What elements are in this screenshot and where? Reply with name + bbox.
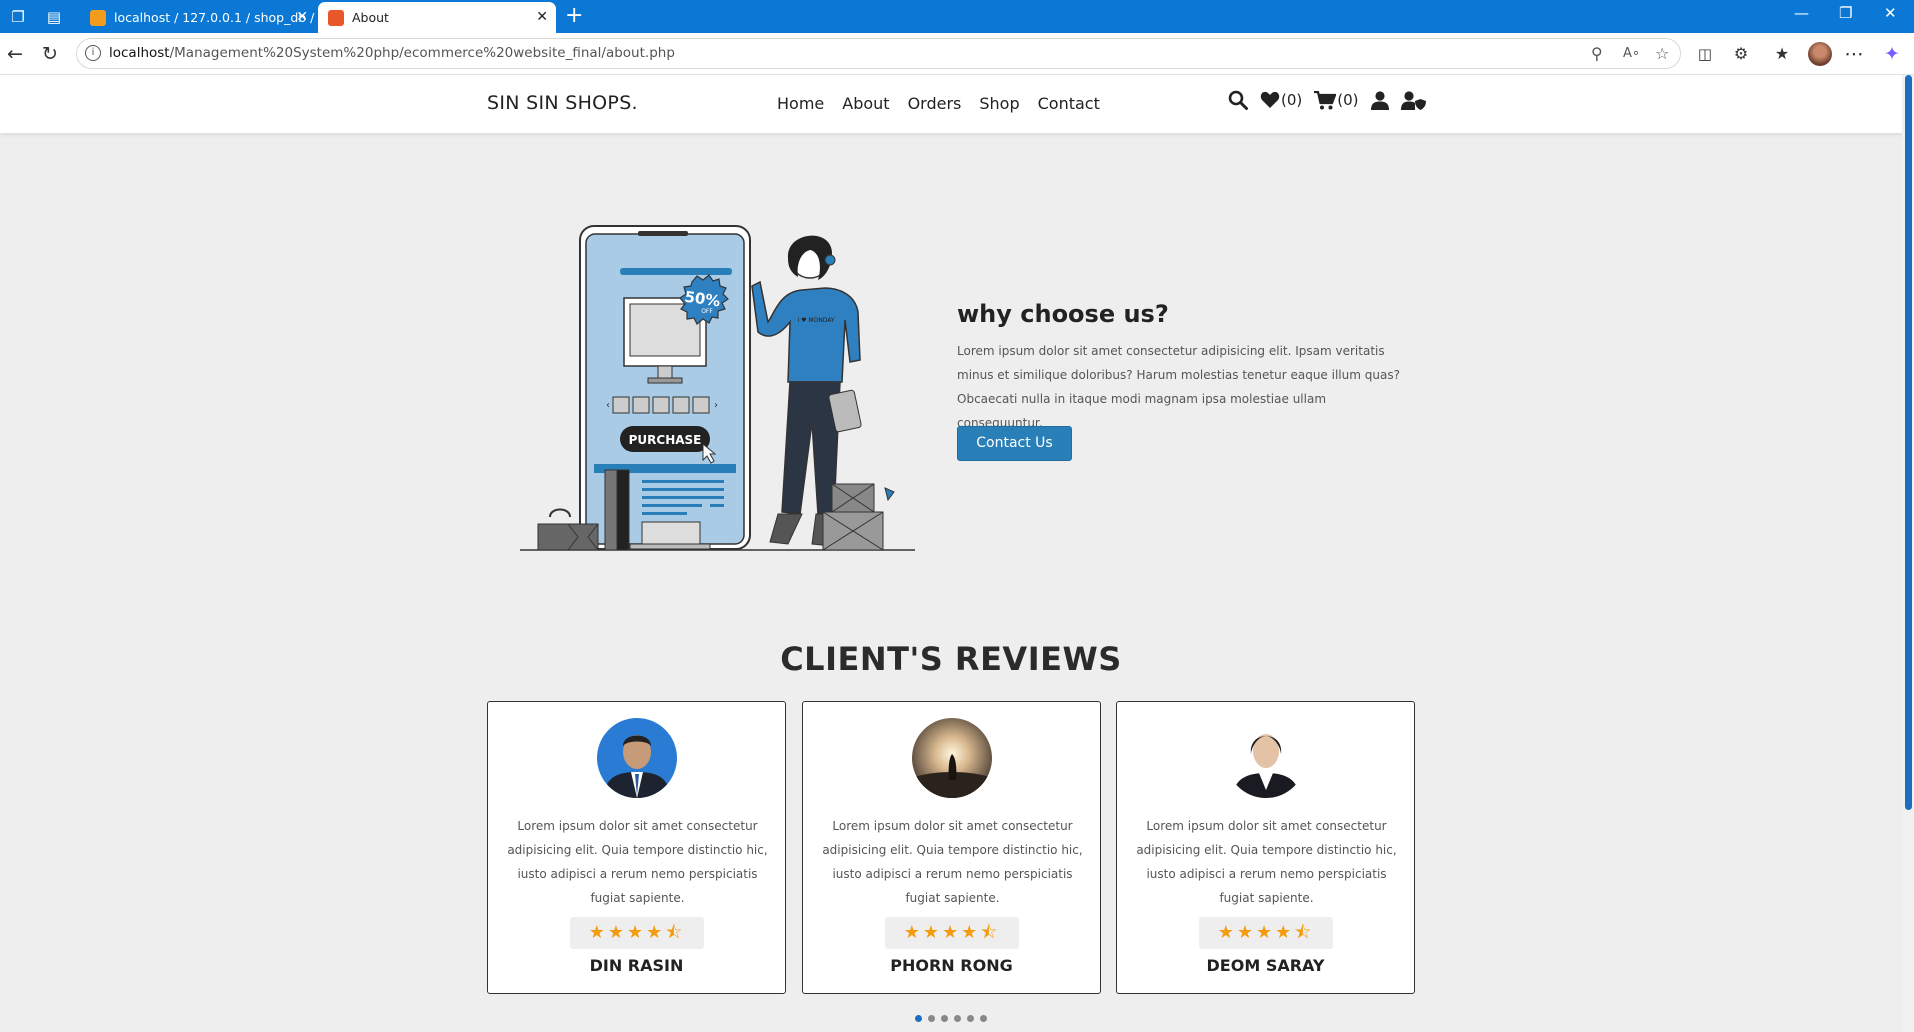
pagination-dot[interactable] [941,1015,948,1022]
pagination-dot[interactable] [967,1015,974,1022]
more-menu-icon[interactable]: ⋯ [1842,42,1866,66]
reviews-heading: CLIENT'S REVIEWS [780,640,1122,678]
browser-tab-bar: ❐ ▤ localhost / 127.0.0.1 / shop_db / s … [0,0,1914,33]
reviewer-photo [912,718,992,798]
extensions-icon[interactable]: ⚙ [1729,42,1753,66]
header-actions: (0) (0) [1228,90,1426,110]
shirt-slogan: I ♥ MONDAY [797,317,835,324]
heart-icon [1260,91,1280,108]
reviewer-name: PHORN RONG [890,956,1013,975]
search-icon[interactable] [1228,90,1248,110]
profile-avatar[interactable] [1808,42,1832,66]
purchase-label: PURCHASE [629,433,702,447]
back-icon[interactable]: ← [3,42,27,66]
review-text: Lorem ipsum dolor sit amet consectetur a… [1136,819,1397,905]
half-star-icon: ⯪ [665,922,686,943]
zoom-icon[interactable]: ⚲ [1591,44,1603,63]
pagination-dot[interactable] [954,1015,961,1022]
read-aloud-icon[interactable]: A∘ [1623,46,1640,61]
phpmyadmin-favicon-icon [90,10,106,26]
close-tab-icon[interactable]: ✕ [296,2,308,33]
favorites-icon[interactable]: ★ [1770,42,1794,66]
refresh-icon[interactable]: ↻ [38,42,62,66]
minimize-icon[interactable]: — [1794,4,1809,22]
scrollbar-thumb[interactable] [1905,75,1912,810]
reviewer-photo [597,718,677,798]
discount-badge-off: OFF [701,308,713,315]
site-header: SIN SIN SHOPS. Home About Orders Shop Co… [0,75,1902,133]
svg-text:›: › [714,400,718,411]
tab-title: About [352,10,389,25]
review-card: Lorem ipsum dolor sit amet consectetur a… [1116,701,1415,994]
user-icon[interactable] [1370,90,1389,110]
restore-icon[interactable]: ❐ [1839,4,1852,22]
site-favicon-icon [328,10,344,26]
reviewer-name: DEOM SARAY [1206,956,1325,975]
user-shield-icon[interactable] [1400,90,1426,110]
wishlist-count: (0) [1281,91,1303,109]
review-text: Lorem ipsum dolor sit amet consectetur a… [507,819,768,905]
site-logo[interactable]: SIN SIN SHOPS. [487,92,638,114]
url-field[interactable]: i localhost/Management%20System%20php/ec… [76,38,1681,69]
page-scrollbar[interactable] [1902,75,1914,1032]
new-tab-icon[interactable]: + [565,2,583,30]
workspaces-icon[interactable]: ❐ [8,7,28,27]
review-text: Lorem ipsum dolor sit amet consectetur a… [822,819,1083,905]
half-star-icon: ⯪ [1294,922,1315,943]
cart-count: (0) [1337,91,1359,109]
tab-about[interactable]: About ✕ [318,2,556,33]
site-info-icon[interactable]: i [85,45,101,61]
why-choose-us-text: Lorem ipsum dolor sit amet consectetur a… [957,344,1400,430]
main-nav: Home About Orders Shop Contact [777,94,1100,113]
nav-about[interactable]: About [842,94,889,113]
pagination-dot[interactable] [915,1015,922,1022]
close-window-icon[interactable]: ✕ [1884,4,1897,22]
half-star-icon: ⯪ [980,922,1001,943]
url-text: localhost/Management%20System%20php/ecom… [109,45,675,61]
review-card: Lorem ipsum dolor sit amet consectetur a… [487,701,786,994]
nav-orders[interactable]: Orders [908,94,962,113]
nav-contact[interactable]: Contact [1038,94,1100,113]
cart-icon [1314,90,1337,109]
why-choose-us-heading: why choose us? [957,300,1169,328]
nav-home[interactable]: Home [777,94,824,113]
pagination-dot[interactable] [928,1015,935,1022]
tab-phpmyadmin[interactable]: localhost / 127.0.0.1 / shop_db / s ✕ [80,2,316,33]
slider-pagination [915,1015,987,1022]
star-rating: ★★★★⯪ [1199,917,1333,949]
wishlist-button[interactable]: (0) [1260,91,1302,109]
reviewer-photo [1226,718,1306,798]
tab-actions-icon[interactable]: ▤ [44,7,64,27]
reviewer-name: DIN RASIN [589,956,684,975]
address-bar-row: ← ↻ i localhost/Management%20System%20ph… [0,33,1914,75]
cart-button[interactable]: (0) [1314,90,1359,110]
favorite-star-icon[interactable]: ☆ [1655,44,1669,63]
review-card: Lorem ipsum dolor sit amet consectetur a… [802,701,1101,994]
contact-us-button[interactable]: Contact Us [957,426,1072,461]
close-tab-icon[interactable]: ✕ [536,2,548,33]
split-screen-icon[interactable]: ◫ [1693,42,1717,66]
star-rating: ★★★★⯪ [885,917,1019,949]
shopping-illustration: 50% OFF ‹ › PURCHASE I ♥ MONDAY [520,225,915,551]
copilot-icon[interactable]: ✦ [1880,42,1904,66]
star-rating: ★★★★⯪ [570,917,704,949]
pagination-dot[interactable] [980,1015,987,1022]
svg-text:‹: ‹ [606,400,610,411]
tab-title: localhost / 127.0.0.1 / shop_db / s [114,10,316,25]
nav-shop[interactable]: Shop [979,94,1019,113]
